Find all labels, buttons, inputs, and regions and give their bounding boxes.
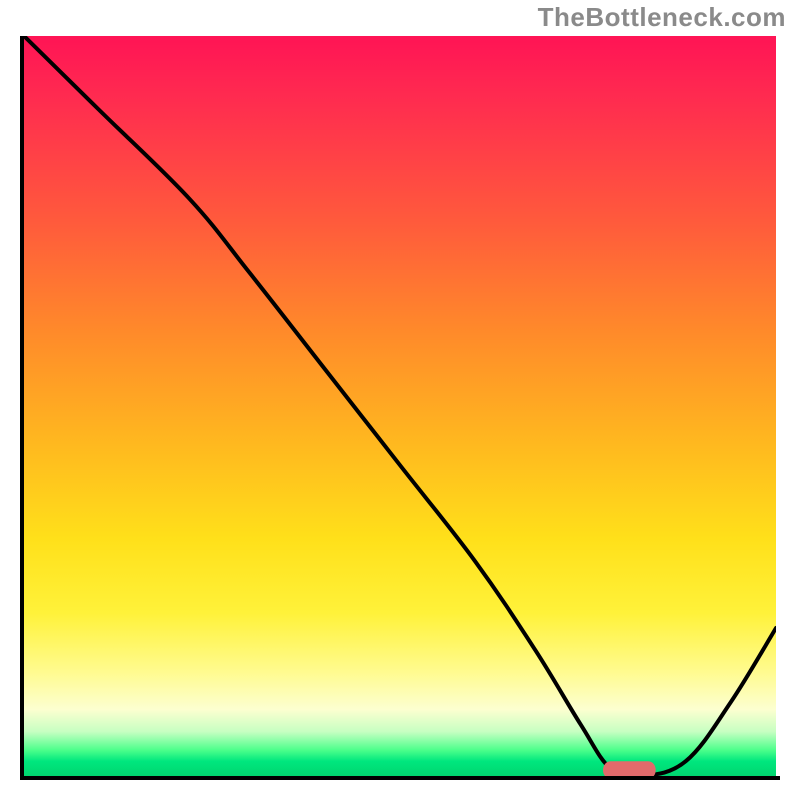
watermark-text: TheBottleneck.com bbox=[538, 2, 786, 33]
chart-container: TheBottleneck.com bbox=[0, 0, 800, 800]
chart-frame bbox=[20, 36, 780, 780]
